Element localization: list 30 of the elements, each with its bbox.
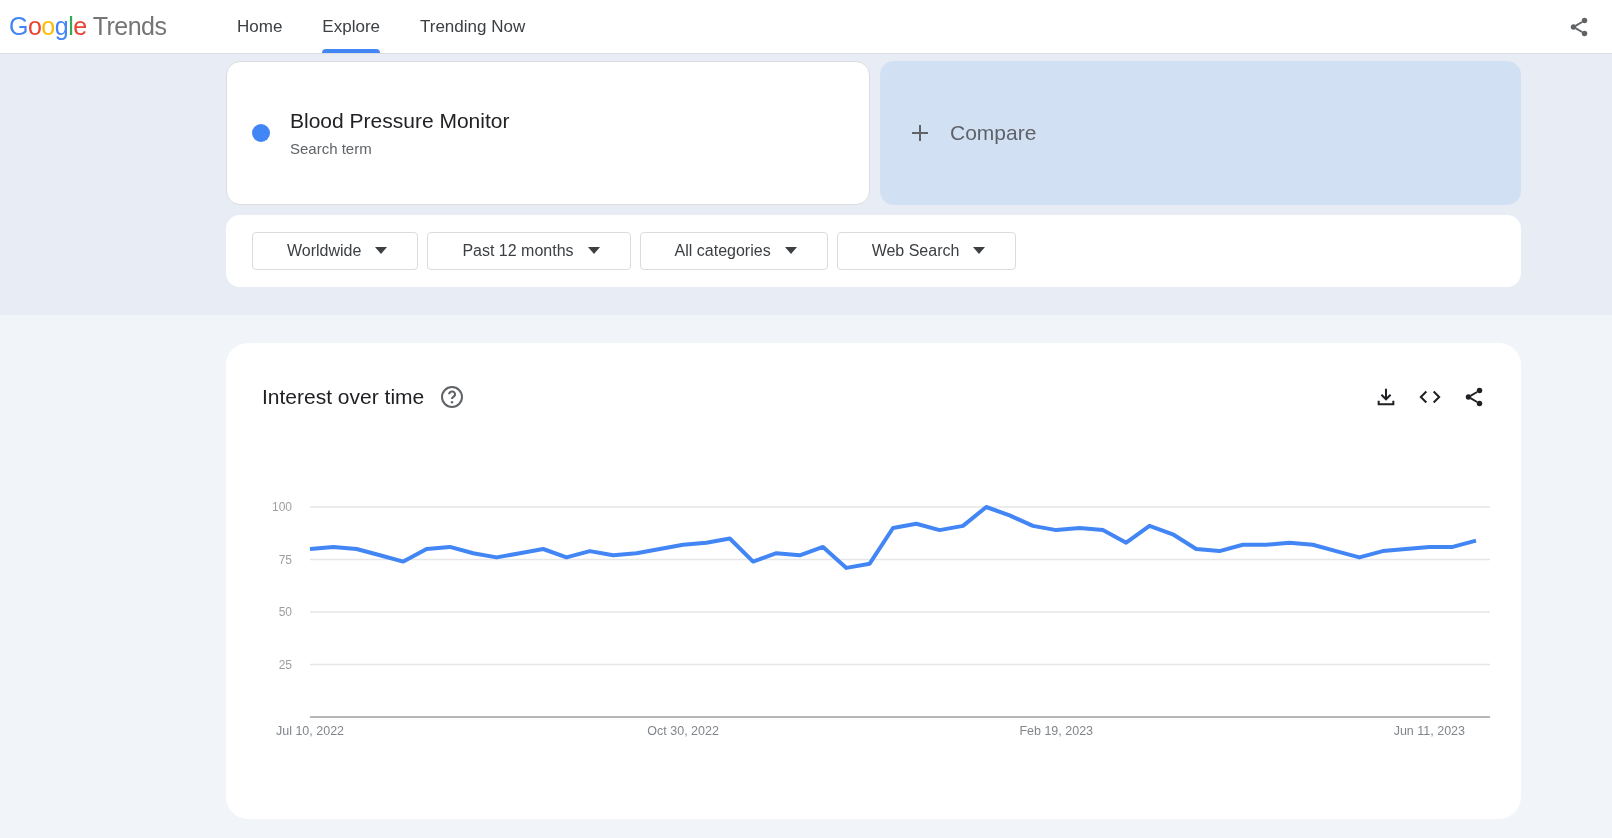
filter-dropdown[interactable]: Web Search [836, 232, 1017, 270]
y-tick-label: 50 [278, 605, 292, 619]
search-term-type: Search term [290, 140, 373, 157]
search-term[interactable]: Blood Pressure Monitor [290, 109, 510, 133]
trends-logo-text: Trends [92, 12, 167, 41]
google-logo[interactable]: Google [9, 12, 87, 41]
nav-tab[interactable]: Trending Now [402, 0, 544, 53]
caret-icon [375, 247, 388, 255]
share-icon[interactable] [1463, 386, 1485, 408]
x-tick-label: Jun 11, 2023 [1393, 724, 1466, 738]
y-tick-label: 25 [278, 657, 292, 672]
nav-tab[interactable]: Home [219, 0, 301, 53]
help-icon[interactable] [440, 385, 465, 409]
caret-icon [587, 247, 600, 255]
card-title: Interest over time [262, 385, 425, 409]
x-tick-label: Oct 30, 2022 [647, 724, 719, 738]
plus-icon [910, 123, 930, 143]
y-tick-label: 100 [271, 500, 292, 514]
filter-dropdown[interactable]: Past 12 months [427, 232, 631, 270]
filter-dropdown[interactable]: All categories [639, 232, 828, 270]
share-icon[interactable] [1568, 15, 1590, 38]
y-tick-label: 75 [278, 552, 292, 567]
caret-icon [973, 247, 986, 255]
nav-tab[interactable]: Explore [304, 0, 398, 53]
x-tick-label: Feb 19, 2023 [1019, 724, 1094, 738]
download-icon[interactable] [1375, 386, 1397, 408]
x-tick-label: Jul 10, 2022 [275, 724, 345, 738]
caret-icon [784, 247, 797, 255]
compare-button[interactable]: Compare [880, 61, 1521, 205]
filter-dropdown[interactable]: Worldwide [252, 232, 419, 270]
